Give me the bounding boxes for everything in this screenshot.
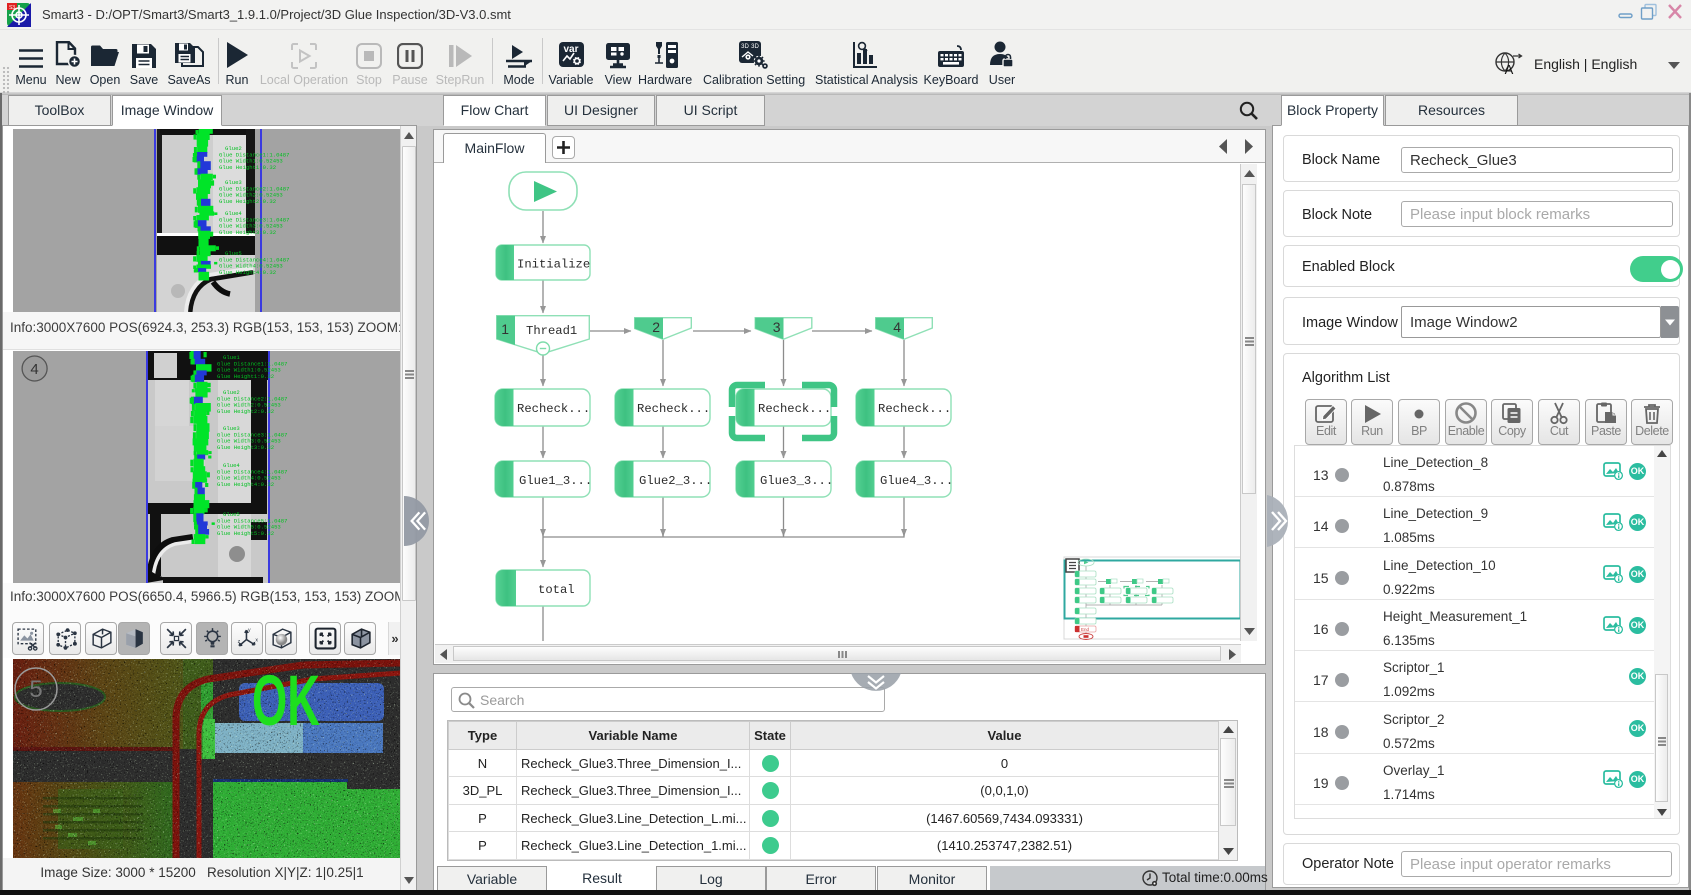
svg-text:Glue2_3...: Glue2_3...	[639, 474, 712, 488]
svg-text:End: End	[1081, 627, 1090, 632]
svg-text:Glue Height5:0.32: Glue Height5:0.32	[217, 530, 274, 537]
svg-text:y: y	[248, 628, 251, 634]
svg-text:total: total	[538, 583, 575, 597]
svg-text:3D: 3D	[741, 44, 749, 50]
svg-text:z: z	[237, 639, 240, 645]
svg-text:OK: OK	[252, 662, 320, 741]
svg-text:Glue Height2:0.32: Glue Height2:0.32	[219, 198, 276, 205]
svg-text:Glue1_3...: Glue1_3...	[519, 474, 592, 488]
svg-text:Recheck...: Recheck...	[758, 402, 831, 416]
svg-text:3: 3	[773, 319, 781, 335]
svg-text:1: 1	[501, 321, 509, 337]
svg-text:Glue4_3...: Glue4_3...	[880, 474, 953, 488]
svg-text:x: x	[255, 638, 258, 644]
svg-text:Glue Height3:0.32: Glue Height3:0.32	[219, 229, 276, 236]
svg-text:4: 4	[893, 319, 901, 335]
svg-text:Glue Height3:0.32: Glue Height3:0.32	[217, 444, 274, 451]
svg-text:4: 4	[30, 361, 38, 378]
svg-text:var: var	[563, 44, 578, 55]
svg-text:Recheck...: Recheck...	[517, 402, 590, 416]
svg-text:5: 5	[29, 676, 42, 703]
svg-text:Glue Height4:0.32: Glue Height4:0.32	[219, 269, 276, 276]
svg-text:A: A	[1505, 62, 1514, 76]
svg-text:Glue Height1:0.32: Glue Height1:0.32	[217, 373, 274, 380]
svg-text:Glue Height4:0.32: Glue Height4:0.32	[217, 481, 274, 488]
svg-text:Glue Height1:0.32: Glue Height1:0.32	[219, 164, 276, 171]
svg-text:Glue Height2:0.32: Glue Height2:0.32	[217, 408, 274, 415]
svg-text:Recheck...: Recheck...	[637, 402, 710, 416]
svg-text:Thread1: Thread1	[526, 324, 577, 338]
svg-text:3D: 3D	[751, 44, 759, 50]
svg-text:Recheck...: Recheck...	[878, 402, 951, 416]
svg-text:2: 2	[652, 319, 660, 335]
svg-text:Glue3_3...: Glue3_3...	[760, 474, 833, 488]
svg-text:Initialize: Initialize	[517, 258, 590, 272]
